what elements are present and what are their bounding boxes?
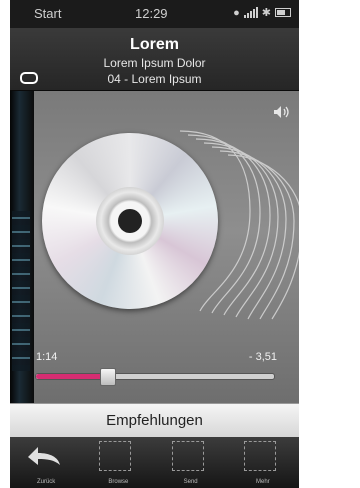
back-arrow-icon bbox=[28, 447, 60, 465]
song-title: Lorem bbox=[130, 36, 179, 53]
now-playing-header: Lorem Lorem Ipsum Dolor 04 - Lorem Ipsum bbox=[10, 28, 299, 91]
artist-label: Lorem Ipsum Dolor bbox=[103, 56, 206, 70]
cd-disc-artwork bbox=[42, 133, 218, 309]
remaining-time: - 3,51 bbox=[248, 351, 277, 363]
placeholder-icon bbox=[171, 441, 204, 471]
placeholder-icon bbox=[99, 441, 132, 471]
album-art-strip bbox=[10, 91, 34, 403]
track-label: 04 - Lorem Ipsum bbox=[107, 72, 202, 86]
slider-thumb[interactable] bbox=[100, 368, 117, 386]
progress-slider[interactable] bbox=[35, 368, 275, 386]
bottom-toolbar: Zurück Browse Send Mehr bbox=[10, 437, 299, 488]
status-bar: Start 12:29 ● ✱ bbox=[10, 0, 299, 28]
player-area: 1:14 - 3,51 bbox=[10, 91, 299, 403]
toolbar-label: Zurück bbox=[36, 479, 56, 485]
recommendations-button[interactable]: Empfehlungen bbox=[10, 403, 299, 438]
bluetooth-icon: ✱ bbox=[261, 7, 271, 19]
volume-icon[interactable] bbox=[273, 105, 289, 119]
signal-icon bbox=[243, 7, 258, 18]
toolbar-send[interactable]: Send bbox=[155, 437, 227, 488]
toolbar-label: Send bbox=[183, 479, 198, 485]
record-icon: ● bbox=[233, 6, 240, 19]
phone-screen: Start 12:29 ● ✱ Lorem Lorem Ipsum Dolor … bbox=[10, 0, 299, 488]
toolbar-browse[interactable]: Browse bbox=[82, 437, 154, 488]
toolbar-back[interactable]: Zurück bbox=[10, 437, 82, 488]
clock: 12:29 bbox=[135, 6, 168, 21]
repeat-icon[interactable] bbox=[20, 72, 38, 84]
progress-fill bbox=[36, 374, 108, 379]
toolbar-label: Browse bbox=[108, 479, 129, 485]
toolbar-more[interactable]: Mehr bbox=[227, 437, 299, 488]
carrier-label: Start bbox=[34, 6, 62, 21]
elapsed-time: 1:14 bbox=[36, 351, 58, 363]
toolbar-label: Mehr bbox=[256, 479, 270, 485]
battery-icon bbox=[275, 8, 291, 17]
cd-center-hole bbox=[118, 209, 142, 233]
status-icons: ● ✱ bbox=[233, 6, 291, 19]
placeholder-icon bbox=[243, 441, 276, 471]
